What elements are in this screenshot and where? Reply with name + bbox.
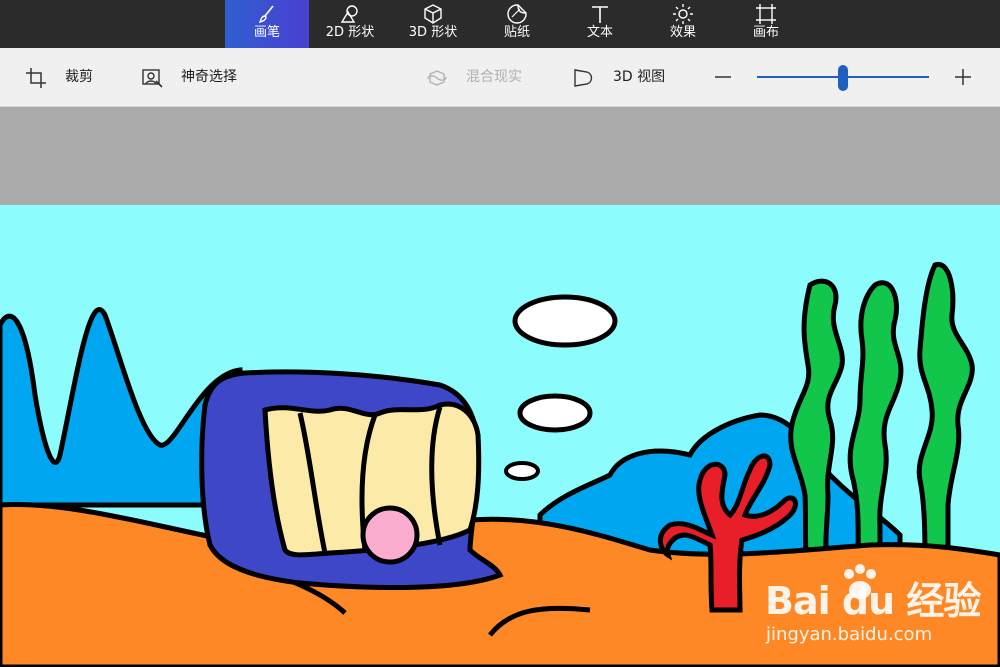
mixed-reality-label: 混合现实 xyxy=(466,69,522,85)
watermark-brand: Bai du 经验 xyxy=(765,579,981,623)
3d-view-button[interactable]: 3D 视图 xyxy=(573,48,673,106)
3d-view-icon xyxy=(574,69,593,87)
tab-3d-shapes[interactable]: 3D 形状 xyxy=(391,0,475,48)
magic-select-label: 神奇选择 xyxy=(181,69,237,85)
baidu-jingyan-watermark: Bai du 经验 jingyan.baidu.com xyxy=(760,560,990,660)
3d-view-label: 3D 视图 xyxy=(613,69,666,85)
crop-button[interactable]: 裁剪 xyxy=(25,48,105,106)
watermark-site: jingyan.baidu.com xyxy=(766,624,933,645)
tab-label: 效果 xyxy=(669,25,696,40)
tab-canvas[interactable]: 画布 xyxy=(724,0,808,48)
zoom-slider[interactable] xyxy=(757,65,929,91)
mixed-reality-icon xyxy=(427,70,447,86)
sun-effects-icon xyxy=(673,4,693,24)
canvas-crop-icon xyxy=(756,4,776,24)
tab-label: 2D 形状 xyxy=(325,25,375,40)
tab-stickers[interactable]: 贴纸 xyxy=(475,0,559,48)
bubble-medium xyxy=(517,393,593,433)
zoom-in-icon[interactable] xyxy=(951,65,975,89)
tab-2d-shapes[interactable]: 2D 形状 xyxy=(308,0,392,48)
3d-cube-icon xyxy=(424,4,442,24)
crop-icon xyxy=(26,68,46,88)
tab-brushes[interactable]: 画笔 xyxy=(225,0,309,48)
bubble-small xyxy=(504,461,540,481)
seaweed-2 xyxy=(847,280,904,568)
tab-label: 画笔 xyxy=(253,25,280,40)
zoom-out-icon[interactable] xyxy=(711,65,735,89)
tab-label: 贴纸 xyxy=(503,25,530,40)
brush-icon xyxy=(258,5,274,24)
magic-select-button[interactable]: 神奇选择 xyxy=(141,48,251,106)
tab-effects[interactable]: 效果 xyxy=(641,0,725,48)
tab-text[interactable]: 文本 xyxy=(558,0,642,48)
tab-label: 文本 xyxy=(586,25,613,40)
tab-label: 3D 形状 xyxy=(408,25,458,40)
crop-label: 裁剪 xyxy=(65,69,93,85)
paint-3d-window: 画笔 2D 形状 3D 形状 贴纸 文本 效果 画布 裁剪 神奇选择 混合现实 … xyxy=(0,0,1000,667)
seaweed-3 xyxy=(916,262,975,568)
text-icon xyxy=(592,6,608,23)
ribbon-tab-bar: 画笔 2D 形状 3D 形状 贴纸 文本 效果 画布 xyxy=(0,0,1000,48)
tool-options-bar: 裁剪 神奇选择 混合现实 3D 视图 xyxy=(0,48,1000,107)
bubble-large xyxy=(512,294,618,348)
magic-select-icon xyxy=(142,69,163,88)
pearl xyxy=(360,505,420,565)
mixed-reality-button[interactable]: 混合现实 xyxy=(426,48,536,106)
tab-label: 画布 xyxy=(752,25,779,40)
sticker-icon xyxy=(507,4,527,24)
workspace-background xyxy=(0,107,1000,205)
zoom-slider-thumb[interactable] xyxy=(838,65,848,91)
2d-shapes-icon xyxy=(340,5,358,23)
